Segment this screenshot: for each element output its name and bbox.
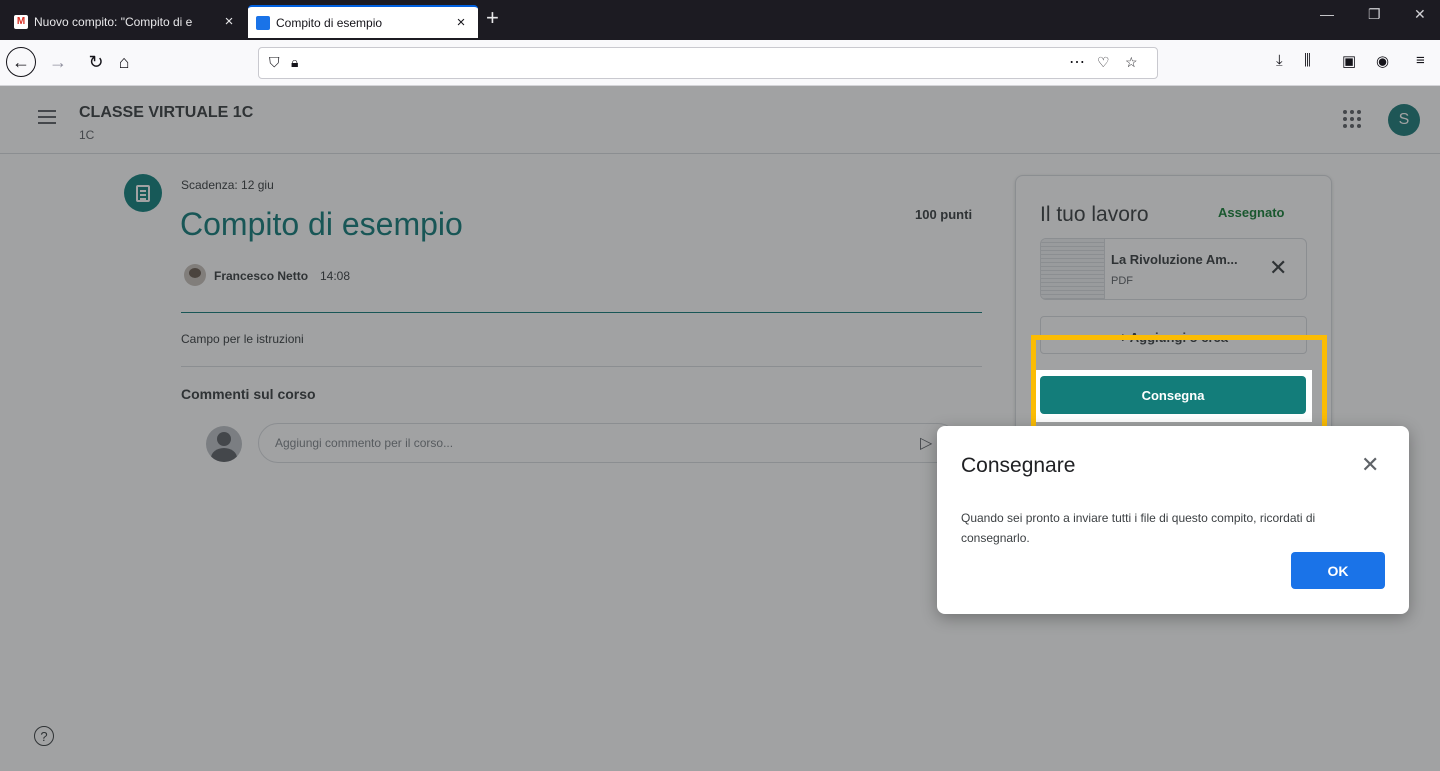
tab-close-icon[interactable]: ×	[452, 14, 470, 31]
download-icon[interactable]: ⤓	[1276, 52, 1283, 69]
account-icon[interactable]: ◉	[1376, 52, 1389, 70]
tab-gmail[interactable]: M Nuovo compito: "Compito di e ×	[6, 5, 246, 38]
shield-icon[interactable]: ⛉	[269, 54, 280, 71]
browser-tab-bar: M Nuovo compito: "Compito di e × Compito…	[0, 0, 1440, 40]
page-actions-icon[interactable]: ⋯	[1069, 52, 1085, 72]
back-arrow-icon[interactable]: ←	[6, 47, 36, 77]
classroom-icon	[256, 15, 270, 30]
dialog-body: Quando sei pronto a inviare tutti i file…	[961, 511, 1316, 545]
tab-classroom[interactable]: Compito di esempio ×	[248, 5, 478, 38]
tab-title: Nuovo compito: "Compito di e	[34, 14, 193, 29]
ok-button[interactable]: OK	[1291, 552, 1385, 589]
maximize-icon[interactable]: ❐	[1368, 6, 1381, 23]
minimize-icon[interactable]: —	[1320, 6, 1334, 22]
forward-arrow-icon[interactable]: →	[44, 48, 72, 76]
tab-title: Compito di esempio	[276, 15, 383, 30]
menu-icon[interactable]: ≡	[1416, 52, 1425, 69]
pocket-icon[interactable]: ♡	[1097, 54, 1110, 71]
dialog-title: Consegnare	[961, 454, 1076, 477]
close-icon[interactable]: ✕	[1361, 452, 1379, 478]
bookmark-star-icon[interactable]: ☆	[1125, 54, 1138, 71]
new-tab-icon[interactable]: +	[486, 5, 499, 31]
submit-dialog: Consegnare ✕ Quando sei pronto a inviare…	[937, 426, 1409, 614]
tab-close-icon[interactable]: ×	[220, 13, 238, 30]
home-icon[interactable]: ⌂	[110, 48, 138, 76]
close-window-icon[interactable]: ✕	[1414, 6, 1426, 23]
library-icon[interactable]: ⫼	[1304, 52, 1311, 69]
url-bar[interactable]: ⛉ 🔒︎ ⋯ ♡ ☆	[258, 47, 1158, 79]
sidebar-icon[interactable]: ▣	[1342, 52, 1356, 70]
gmail-icon: M	[14, 14, 28, 29]
reload-icon[interactable]: ↻	[82, 48, 110, 76]
lock-icon[interactable]: 🔒︎	[291, 54, 298, 71]
browser-nav-bar: ← → ↻ ⌂ ⛉ 🔒︎ ⋯ ♡ ☆ ⤓ ⫼ ▣ ◉ ≡	[0, 40, 1440, 86]
